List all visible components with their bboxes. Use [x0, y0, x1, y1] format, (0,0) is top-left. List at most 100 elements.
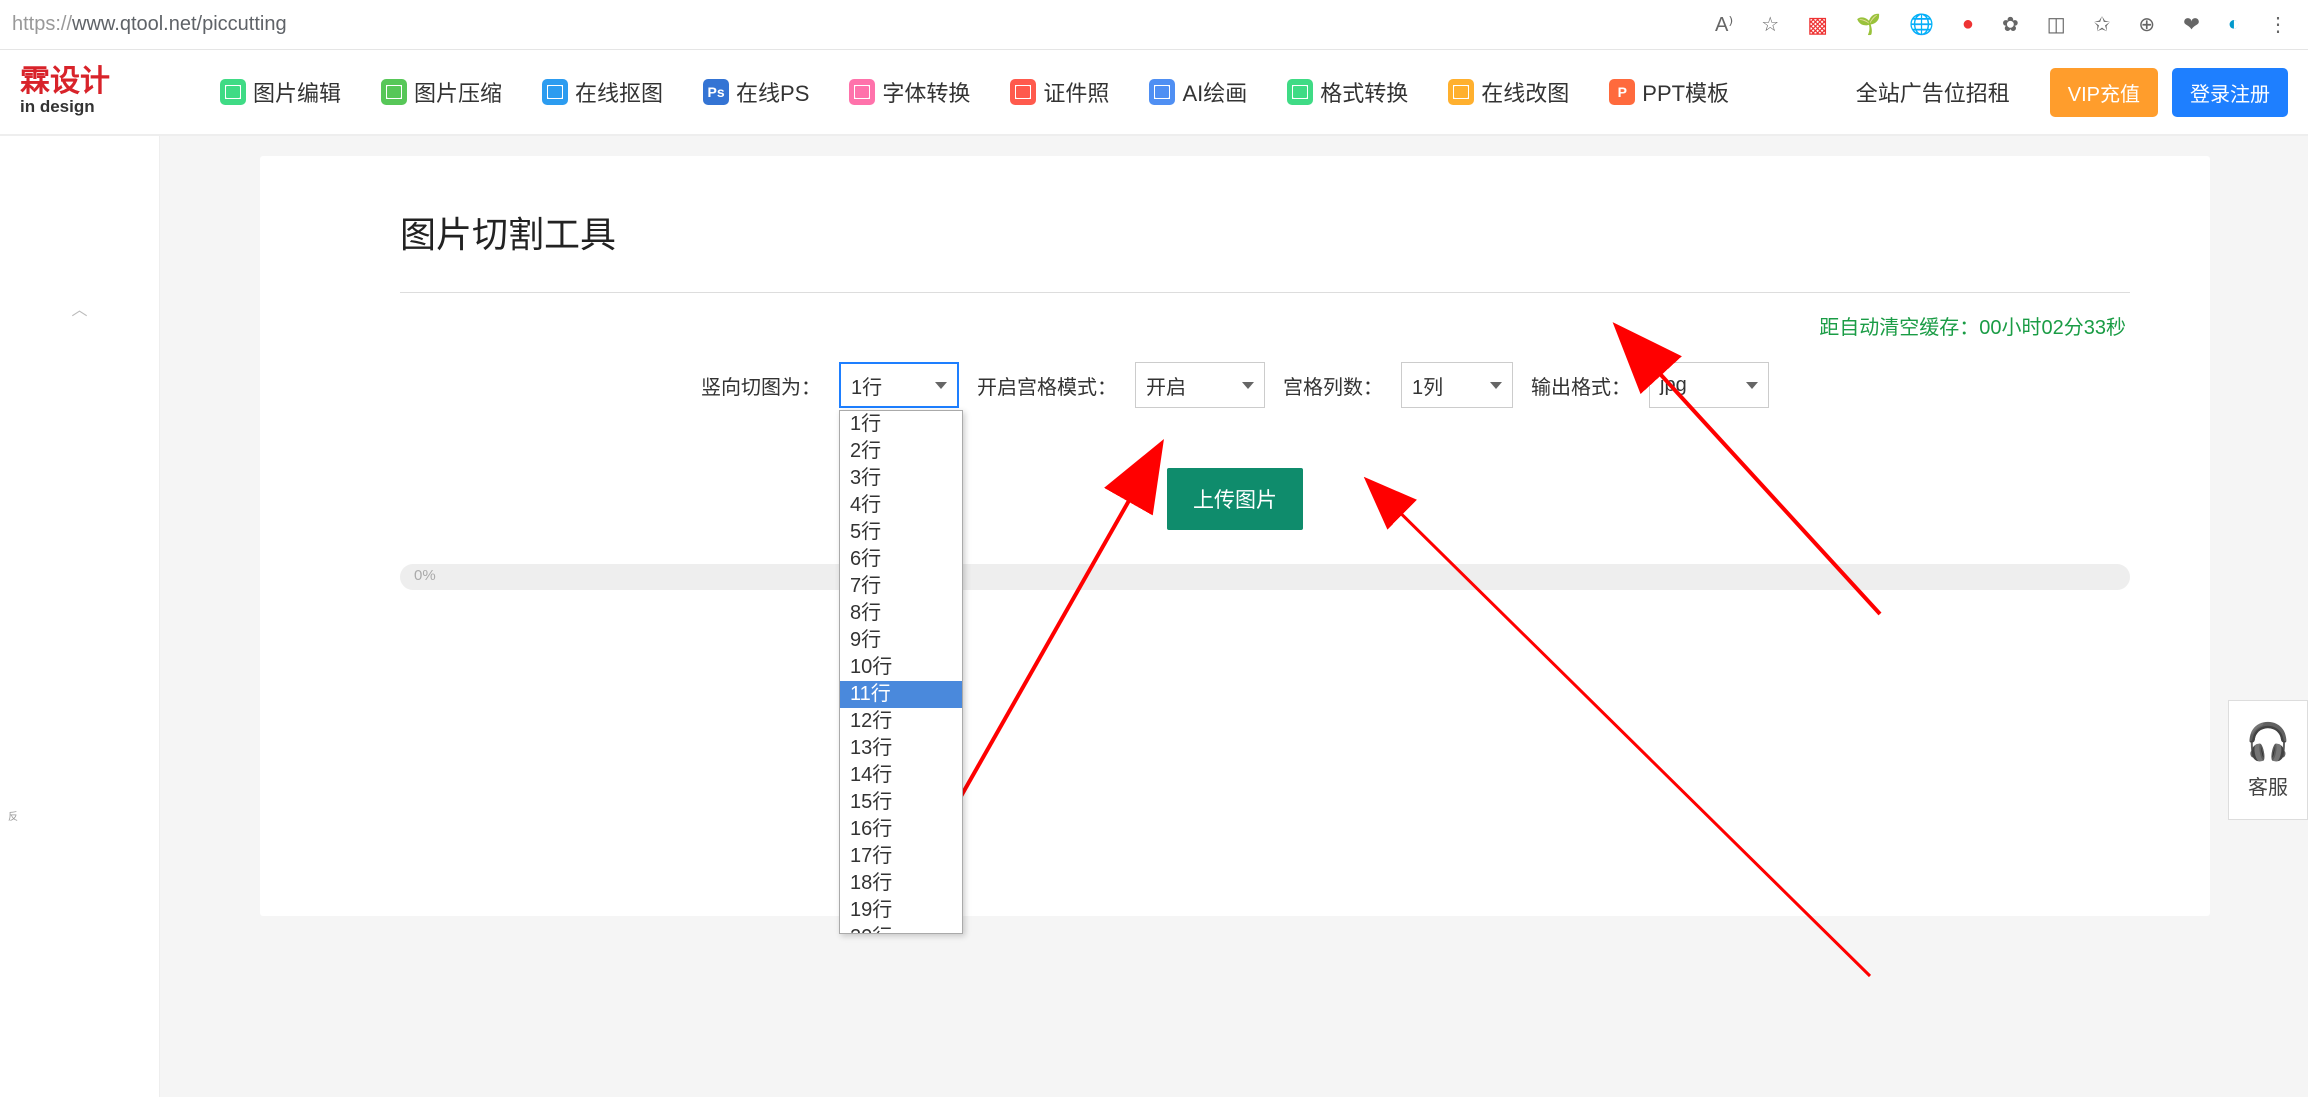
left-sidebar: ︿ — [0, 136, 160, 1097]
rows-option-9[interactable]: 10行 — [840, 654, 962, 681]
nav-item-label: 在线抠图 — [575, 76, 663, 108]
upload-image-button[interactable]: 上传图片 — [1167, 468, 1303, 530]
rows-option-13[interactable]: 14行 — [840, 762, 962, 789]
nav-item-7[interactable]: 格式转换 — [1287, 76, 1408, 108]
extension-icon-1[interactable]: ▩ — [1807, 12, 1828, 38]
rows-option-2[interactable]: 3行 — [840, 465, 962, 492]
nav-item-label: 图片编辑 — [253, 76, 341, 108]
nav-item-8[interactable]: 在线改图 — [1448, 76, 1569, 108]
nav-item-label: PPT模板 — [1642, 76, 1729, 108]
page-title: 图片切割工具 — [400, 206, 2130, 258]
rows-option-4[interactable]: 5行 — [840, 519, 962, 546]
rows-option-8[interactable]: 9行 — [840, 627, 962, 654]
extension-icon-4[interactable]: ● — [1962, 13, 1974, 36]
extension-icon-2[interactable]: 🌱 — [1856, 12, 1881, 37]
rows-dropdown[interactable]: 1行2行3行4行5行6行7行8行9行10行11行12行13行14行15行16行1… — [839, 410, 963, 934]
extension-icon-5[interactable]: ⊕ — [2138, 12, 2155, 37]
login-register-button[interactable]: 登录注册 — [2172, 68, 2288, 117]
nav-item-0[interactable]: 图片编辑 — [220, 76, 341, 108]
nav-item-label: 图片压缩 — [414, 76, 502, 108]
rows-option-6[interactable]: 7行 — [840, 573, 962, 600]
nav-icon — [542, 79, 568, 105]
rows-option-12[interactable]: 13行 — [840, 735, 962, 762]
format-label: 输出格式： — [1531, 371, 1631, 400]
profile-icon[interactable]: ◐ — [2228, 13, 2240, 36]
rows-option-17[interactable]: 18行 — [840, 870, 962, 897]
sidebar-tiny-text: 反 — [8, 808, 18, 823]
rows-option-10[interactable]: 11行 — [840, 681, 962, 708]
nav-icon — [220, 79, 246, 105]
customer-service-float[interactable]: 🎧 客服 — [2228, 700, 2308, 820]
url-display[interactable]: https://www.qtool.net/piccutting — [8, 13, 1715, 36]
nav-item-label: 证件照 — [1043, 76, 1109, 108]
nav-icon — [1287, 79, 1313, 105]
nav-icon: Ps — [703, 79, 729, 105]
chevron-down-icon — [1746, 382, 1758, 389]
collections-icon[interactable]: ✩ — [2094, 12, 2111, 37]
browser-toolbar-icons: A⁾ ☆ ▩ 🌱 🌐 ● ✿ ◫ ✩ ⊕ ❤ ◐ ⋮ — [1715, 12, 2300, 38]
rows-option-14[interactable]: 15行 — [840, 789, 962, 816]
format-select[interactable]: jpg — [1649, 362, 1769, 408]
nav-icon — [1149, 79, 1175, 105]
divider — [400, 292, 2130, 293]
collapse-chevron-icon[interactable]: ︿ — [71, 296, 87, 1097]
rows-option-1[interactable]: 2行 — [840, 438, 962, 465]
nav-item-label: AI绘画 — [1182, 76, 1247, 108]
extension-icon-6[interactable]: ❤ — [2183, 12, 2200, 37]
rows-option-19[interactable]: 20行 — [840, 924, 962, 934]
rows-option-15[interactable]: 16行 — [840, 816, 962, 843]
rows-option-7[interactable]: 8行 — [840, 600, 962, 627]
nav-icon — [849, 79, 875, 105]
vip-recharge-button[interactable]: VIP充值 — [2050, 68, 2158, 117]
rows-option-11[interactable]: 12行 — [840, 708, 962, 735]
nav-item-label: 在线PS — [736, 76, 809, 108]
grid-mode-label: 开启宫格模式： — [977, 371, 1117, 400]
extensions-menu-icon[interactable]: ✿ — [2002, 12, 2019, 37]
tool-card: 图片切割工具 距自动清空缓存：00小时02分33秒 竖向切图为： 1行 1行2行… — [260, 156, 2210, 916]
rows-option-18[interactable]: 19行 — [840, 897, 962, 924]
rows-option-0[interactable]: 1行 — [840, 411, 962, 438]
more-icon[interactable]: ⋮ — [2268, 12, 2288, 37]
nav-item-4[interactable]: 字体转换 — [849, 76, 970, 108]
chevron-down-icon — [935, 382, 947, 389]
nav-item-9[interactable]: P PPT模板 — [1609, 76, 1729, 108]
nav-item-1[interactable]: 图片压缩 — [381, 76, 502, 108]
nav-item-3[interactable]: Ps 在线PS — [703, 76, 809, 108]
nav-item-label: 在线改图 — [1481, 76, 1569, 108]
annotation-arrow-2 — [1350, 466, 1880, 986]
chevron-down-icon — [1242, 382, 1254, 389]
chevron-down-icon — [1490, 382, 1502, 389]
nav-icon — [1010, 79, 1036, 105]
nav-item-5[interactable]: 证件照 — [1010, 76, 1109, 108]
browser-address-bar: https://www.qtool.net/piccutting A⁾ ☆ ▩ … — [0, 0, 2308, 50]
rows-select[interactable]: 1行 1行2行3行4行5行6行7行8行9行10行11行12行13行14行15行1… — [839, 362, 959, 408]
nav-icon — [381, 79, 407, 105]
nav-icon: P — [1609, 79, 1635, 105]
controls-row: 竖向切图为： 1行 1行2行3行4行5行6行7行8行9行10行11行12行13行… — [340, 362, 2130, 408]
cols-select[interactable]: 1列 — [1401, 362, 1513, 408]
nav-item-6[interactable]: AI绘画 — [1149, 76, 1247, 108]
progress-bar: 0% — [400, 564, 2130, 590]
rows-label: 竖向切图为： — [701, 371, 821, 400]
grid-mode-select[interactable]: 开启 — [1135, 362, 1265, 408]
site-top-nav: 霖设计 in design 图片编辑 图片压缩 在线抠图 Ps 在线PS 字体转换 证件照 A… — [0, 50, 2308, 136]
headset-icon: 🎧 — [2246, 721, 2291, 763]
favorite-icon[interactable]: ☆ — [1761, 12, 1779, 37]
rows-option-16[interactable]: 17行 — [840, 843, 962, 870]
split-screen-icon[interactable]: ◫ — [2047, 12, 2066, 37]
nav-item-2[interactable]: 在线抠图 — [542, 76, 663, 108]
extension-icon-3[interactable]: 🌐 — [1909, 12, 1934, 37]
rows-option-5[interactable]: 6行 — [840, 546, 962, 573]
nav-item-label: 字体转换 — [882, 76, 970, 108]
rows-option-3[interactable]: 4行 — [840, 492, 962, 519]
cache-countdown: 距自动清空缓存：00小时02分33秒 — [1819, 311, 2126, 340]
nav-item-label: 格式转换 — [1320, 76, 1408, 108]
site-logo[interactable]: 霖设计 in design — [20, 67, 140, 117]
progress-text: 0% — [414, 567, 436, 584]
ad-link[interactable]: 全站广告位招租 — [1856, 76, 2010, 108]
cols-label: 宫格列数： — [1283, 371, 1383, 400]
nav-icon — [1448, 79, 1474, 105]
main-content: 图片切割工具 距自动清空缓存：00小时02分33秒 竖向切图为： 1行 1行2行… — [160, 136, 2308, 1097]
read-aloud-icon[interactable]: A⁾ — [1715, 12, 1733, 37]
nav-items: 图片编辑 图片压缩 在线抠图 Ps 在线PS 字体转换 证件照 AI绘画 格式转换 在线改图 P PP… — [220, 76, 1856, 108]
